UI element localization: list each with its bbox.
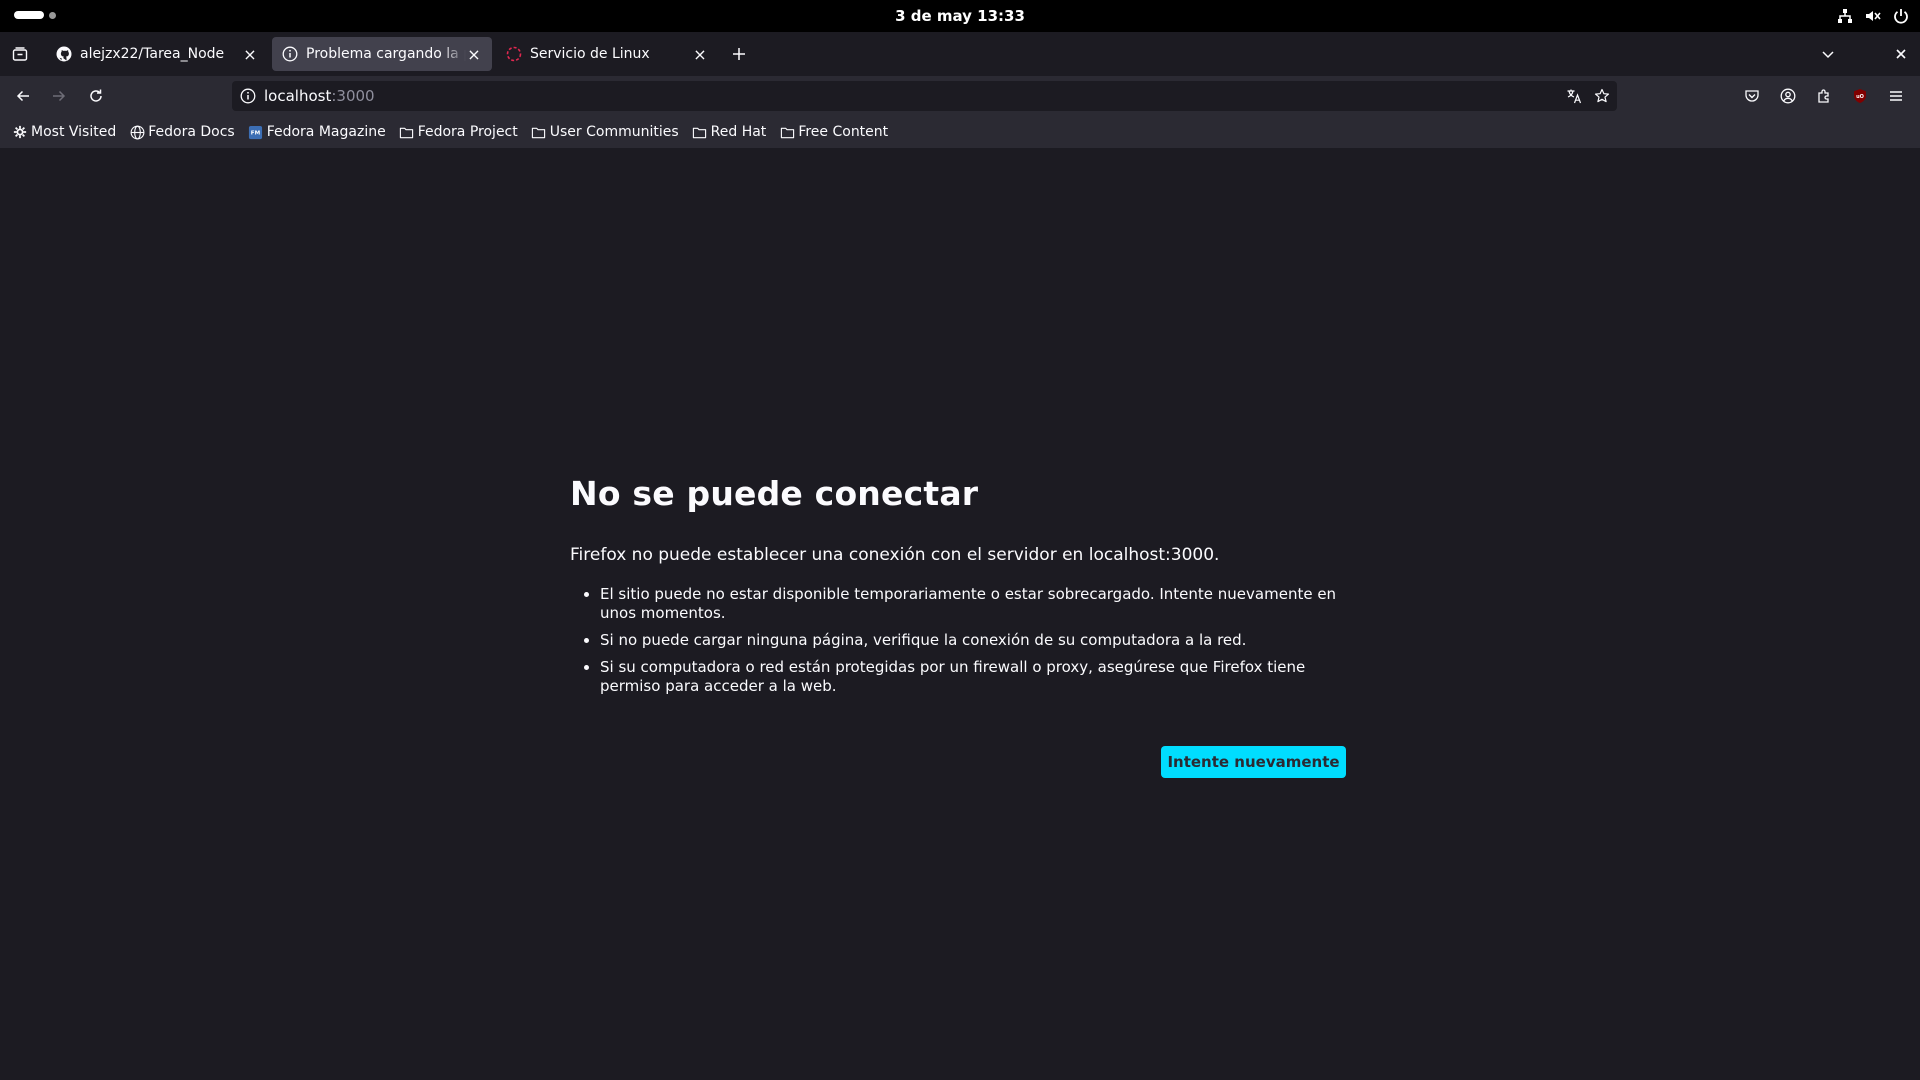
ublock-origin-icon[interactable]: uO: [1846, 82, 1874, 110]
close-tab-icon[interactable]: ×: [692, 45, 708, 64]
navigation-toolbar: localhost:3000 uO: [0, 76, 1920, 116]
account-icon[interactable]: [1774, 82, 1802, 110]
bookmark-label: Free Content: [798, 124, 889, 140]
close-window-icon[interactable]: [1887, 40, 1915, 68]
url-port: :3000: [331, 87, 375, 105]
svg-text:FM: FM: [251, 130, 261, 136]
try-again-button[interactable]: Intente nuevamente: [1161, 746, 1346, 778]
folder-icon: [531, 124, 547, 140]
translate-icon[interactable]: [1560, 82, 1588, 110]
globe-icon: [129, 124, 145, 140]
forward-icon[interactable]: [45, 82, 73, 110]
list-item: Si no puede cargar ninguna página, verif…: [600, 631, 1346, 650]
bookmark-most-visited[interactable]: Most Visited: [12, 124, 116, 140]
info-icon: [282, 46, 298, 62]
error-container: No se puede conectar Firefox no puede es…: [570, 474, 1346, 778]
bookmark-label: Most Visited: [31, 124, 117, 140]
new-tab-icon[interactable]: [725, 40, 753, 68]
bookmark-folder-red-hat[interactable]: Red Hat: [692, 124, 767, 140]
github-icon: [56, 46, 72, 62]
bookmark-folder-user-communities[interactable]: User Communities: [531, 124, 679, 140]
tab-github[interactable]: alejzx22/Tarea_Node ×: [46, 37, 268, 71]
reload-icon[interactable]: [82, 82, 110, 110]
tab-title: alejzx22/Tarea_Node: [80, 46, 225, 62]
url-host: localhost: [264, 87, 332, 105]
error-title: No se puede conectar: [570, 474, 979, 513]
url-bar[interactable]: localhost:3000: [232, 81, 1617, 111]
bookmark-label: Fedora Docs: [148, 124, 235, 140]
list-all-tabs-icon[interactable]: [1814, 40, 1842, 68]
bookmark-label: Fedora Magazine: [266, 124, 386, 140]
tab-servicio-linux[interactable]: Servicio de Linux ×: [496, 37, 718, 71]
bookmark-label: Red Hat: [710, 124, 767, 140]
loading-icon: [506, 46, 522, 62]
folder-icon: [692, 124, 708, 140]
tab-title: Problema cargando la página: [306, 46, 466, 62]
list-item: Si su computadora o red están protegidas…: [600, 658, 1346, 696]
power-icon: [1892, 6, 1910, 26]
system-tray[interactable]: [1836, 6, 1910, 26]
error-suggestions: El sitio puede no estar disponible tempo…: [570, 585, 1346, 696]
folder-icon: [399, 124, 415, 140]
tab-strip: alejzx22/Tarea_Node × Problema cargando …: [0, 32, 1920, 76]
folder-icon: [779, 124, 795, 140]
bookmark-label: User Communities: [549, 124, 679, 140]
system-clock[interactable]: 3 de may 13:33: [0, 7, 1920, 25]
tab-title: Servicio de Linux: [530, 46, 650, 62]
bookmark-folder-fedora-project[interactable]: Fedora Project: [399, 124, 518, 140]
hamburger-menu-icon[interactable]: [1882, 82, 1910, 110]
svg-text:uO: uO: [1856, 94, 1864, 100]
close-tab-icon[interactable]: ×: [242, 45, 258, 64]
site-info-icon[interactable]: [240, 88, 256, 104]
pocket-icon[interactable]: [1738, 82, 1766, 110]
bookmark-star-icon[interactable]: [1588, 82, 1616, 110]
tab-problem-loading[interactable]: Problema cargando la página ×: [272, 37, 492, 71]
extensions-icon[interactable]: [1810, 82, 1838, 110]
system-top-bar: 3 de may 13:33: [0, 0, 1920, 32]
bookmark-label: Fedora Project: [417, 124, 518, 140]
bookmarks-toolbar: Most Visited Fedora Docs FM Fedora Magaz…: [0, 116, 1920, 148]
error-description: Firefox no puede establecer una conexión…: [570, 545, 1220, 565]
bookmark-fedora-magazine[interactable]: FM Fedora Magazine: [248, 124, 386, 140]
close-tab-icon[interactable]: ×: [466, 45, 482, 64]
network-icon: [1836, 6, 1854, 26]
gear-icon: [12, 124, 28, 140]
bookmark-folder-free-content[interactable]: Free Content: [779, 124, 888, 140]
back-icon[interactable]: [9, 82, 37, 110]
firefox-view-icon[interactable]: [6, 40, 34, 68]
volume-muted-icon: [1864, 6, 1882, 26]
bookmark-fedora-docs[interactable]: Fedora Docs: [129, 124, 235, 140]
fedora-magazine-icon: FM: [248, 124, 264, 140]
list-item: El sitio puede no estar disponible tempo…: [600, 585, 1346, 623]
page-content: No se puede conectar Firefox no puede es…: [0, 148, 1920, 1080]
